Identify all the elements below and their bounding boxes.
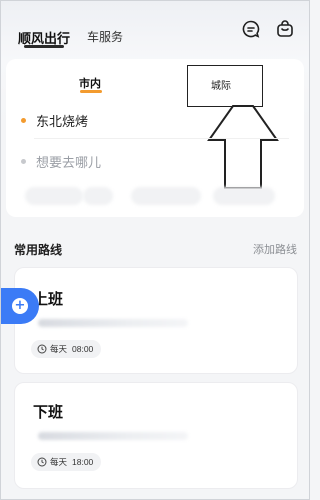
destination-dot-icon: [21, 159, 26, 164]
route-time: 18:00: [72, 457, 94, 467]
route-address: [38, 319, 188, 327]
quick-chip[interactable]: [25, 187, 83, 205]
active-tab-indicator: [24, 45, 64, 48]
bag-icon[interactable]: [275, 19, 295, 39]
segment-intercity[interactable]: 城际: [211, 77, 231, 92]
route-name: 下班: [33, 404, 64, 421]
quick-chip[interactable]: [213, 187, 275, 205]
origin-dot-icon: [21, 118, 26, 123]
segment-active-indicator: [80, 90, 102, 93]
route-schedule: 每天: [50, 457, 68, 467]
origin-field[interactable]: 东北烧烤: [36, 111, 88, 130]
divider: [34, 138, 289, 139]
clock-icon: [37, 344, 47, 354]
route-schedule: 每天: [50, 344, 68, 354]
quick-chip[interactable]: [83, 187, 113, 205]
app-screen: 顺风出行 车服务 市内 城际 东北烧烤 想要去哪儿 常用路线 添加路线 上班 每…: [0, 0, 310, 500]
route-address: [38, 432, 188, 440]
quick-chip[interactable]: [131, 187, 201, 205]
route-time-badge: 每天 18:00: [31, 453, 102, 471]
floating-add-button[interactable]: +: [1, 288, 39, 324]
destination-field[interactable]: 想要去哪儿: [36, 152, 101, 171]
route-time-badge: 每天 08:00: [31, 340, 102, 358]
plus-icon: +: [12, 298, 28, 314]
top-bar: 顺风出行 车服务: [1, 1, 309, 49]
clock-icon: [37, 457, 47, 467]
routes-title: 常用路线: [14, 243, 63, 257]
add-route-link[interactable]: 添加路线: [253, 241, 297, 257]
annotation-arrow-icon: [207, 105, 279, 189]
chat-icon[interactable]: [241, 19, 261, 39]
tab-car-service[interactable]: 车服务: [87, 28, 123, 45]
route-time: 08:00: [72, 344, 94, 354]
segment-city[interactable]: 市内: [79, 75, 101, 91]
